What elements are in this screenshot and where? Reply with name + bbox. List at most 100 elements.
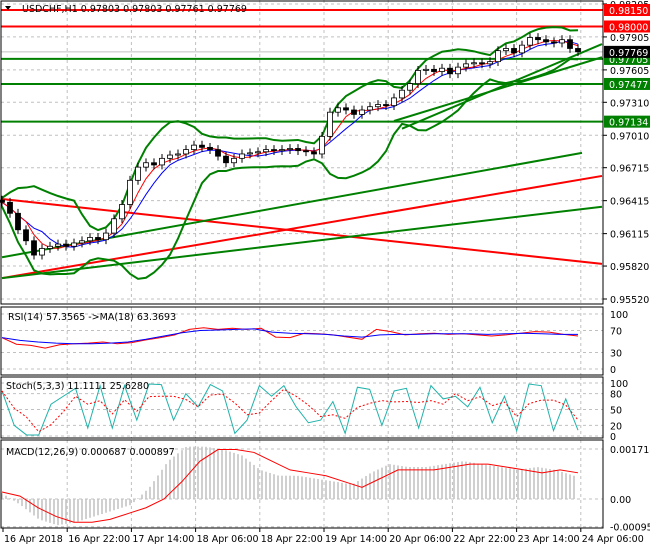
price-label: 0.96115: [610, 230, 649, 241]
candle: [319, 135, 325, 155]
candle: [23, 229, 29, 242]
candle: [279, 149, 285, 152]
indicator-tick-label: 0.001718: [610, 445, 650, 456]
time-label: 20 Apr 06:00: [389, 534, 451, 545]
candle: [543, 39, 549, 43]
price-level-label: 0.97477: [609, 80, 648, 91]
time-label: 18 Apr 06:00: [197, 534, 259, 545]
price-label: 0.95820: [610, 262, 649, 273]
candle: [95, 237, 101, 241]
price-panel: [0, 9, 603, 280]
candle: [423, 68, 429, 71]
candle: [39, 248, 45, 256]
candle: [263, 149, 269, 153]
price-label: 0.97010: [610, 131, 649, 142]
candle: [159, 157, 165, 166]
candle: [439, 67, 445, 72]
price-label: 0.96415: [610, 197, 649, 208]
candle: [431, 68, 437, 72]
candle: [455, 66, 461, 75]
indicator-tick-label: 100: [610, 379, 628, 390]
candle: [527, 37, 533, 46]
candle: [151, 162, 157, 166]
price-label: 0.97310: [610, 98, 649, 109]
candle: [231, 157, 237, 164]
candle: [519, 44, 525, 54]
time-label: 23 Apr 14:00: [518, 534, 580, 545]
chart-window[interactable]: 16 Apr 2018 16 Apr 22:00 17 Apr 14:00 18 Ap…: [0, 0, 650, 550]
candle: [463, 63, 469, 68]
candle: [471, 62, 477, 65]
indicator-tick-label: 30: [610, 349, 622, 360]
macd-label: MACD(12,26,9) 0.000687 0.000897: [6, 447, 175, 458]
chart-canvas[interactable]: 16 Apr 2018 16 Apr 22:00 17 Apr 14:00 18 Ap…: [0, 0, 650, 550]
bollinger-upper: [1, 26, 579, 232]
axes: 16 Apr 2018 16 Apr 22:00 17 Apr 14:00 18 Ap…: [0, 0, 650, 545]
candle: [7, 201, 13, 214]
candle: [551, 41, 557, 44]
candle: [255, 151, 261, 154]
candle: [247, 152, 253, 155]
candle: [503, 48, 509, 52]
candle: [191, 144, 197, 150]
candle: [335, 107, 341, 113]
stoch-label: Stoch(5,3,3) 11.1111 25.6280: [6, 381, 149, 392]
indicator-tick-label: -0.000952: [610, 523, 650, 534]
candle: [559, 39, 565, 44]
candle: [479, 62, 485, 65]
indicator-tick-label: 0: [610, 432, 616, 443]
candle: [383, 104, 389, 107]
price-panel-frame: [0, 0, 604, 305]
trendline: [393, 56, 603, 122]
trendline: [1, 198, 603, 265]
indicator-tick-label: 70: [610, 327, 622, 338]
candle: [55, 243, 61, 247]
candle: [215, 149, 221, 157]
candle: [487, 61, 493, 65]
candle: [127, 179, 133, 205]
indicator-tick-label: 80: [610, 390, 622, 401]
time-label: 17 Apr 14:00: [132, 534, 194, 545]
candle: [199, 144, 205, 148]
candle: [271, 149, 277, 152]
macd-panel: [1, 446, 579, 526]
candle: [575, 48, 581, 53]
candle: [119, 204, 125, 220]
price-level-label: 0.97134: [609, 118, 648, 129]
candle: [135, 166, 141, 181]
candle: [399, 89, 405, 99]
price-label: 0.97605: [610, 66, 649, 77]
candle: [391, 97, 397, 107]
indicator-tick-label: 100: [610, 310, 628, 321]
candle: [103, 232, 109, 241]
candle: [327, 111, 333, 137]
candle: [111, 218, 117, 234]
candle: [167, 154, 173, 159]
time-label: 22 Apr 22:00: [453, 534, 515, 545]
candle: [535, 37, 541, 41]
time-label: 19 Apr 14:00: [325, 534, 387, 545]
candle: [223, 155, 229, 164]
price-label: 0.96715: [610, 164, 649, 175]
price-level-label: 0.98000: [609, 22, 648, 33]
indicator-tick-label: 0.00: [610, 495, 631, 506]
candle: [343, 107, 349, 111]
chart-title: USDCHF,H1 0.97803 0.97803 0.97761 0.9776…: [22, 4, 247, 15]
current-price-label: 0.97769: [609, 48, 648, 59]
candle: [15, 212, 21, 231]
candle: [367, 106, 373, 111]
time-label: 16 Apr 2018: [4, 534, 63, 545]
candle: [407, 83, 413, 91]
indicator-tick-label: 0: [610, 365, 616, 376]
candle: [207, 146, 213, 150]
candle: [447, 67, 453, 75]
candle: [31, 240, 37, 256]
indicator-tick-label: 20: [610, 421, 622, 432]
candle: [295, 148, 301, 152]
candle: [375, 104, 381, 108]
price-label: 0.95520: [610, 295, 649, 306]
candle: [415, 70, 421, 85]
candle: [495, 50, 501, 63]
candle: [87, 237, 93, 242]
candle: [511, 48, 517, 54]
